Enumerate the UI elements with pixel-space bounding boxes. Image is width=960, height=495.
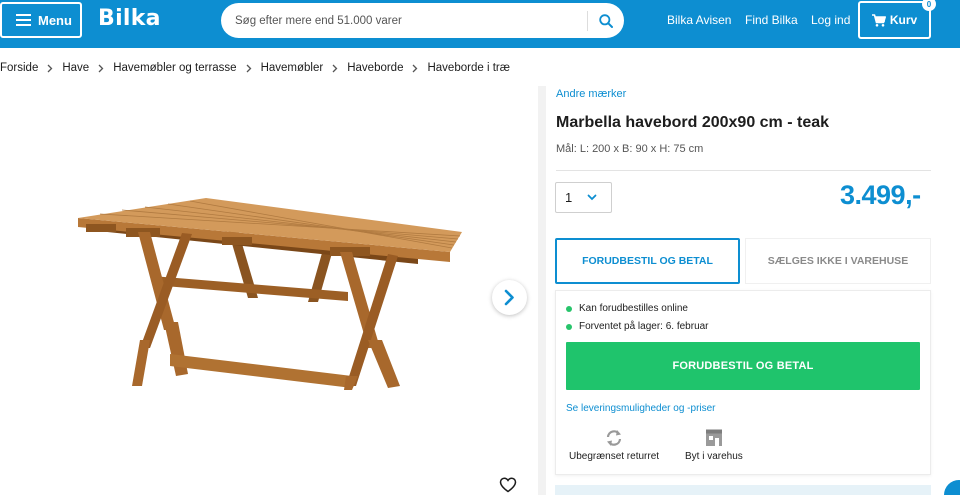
- breadcrumb: Forside Have Havemøbler og terrasse Have…: [0, 60, 510, 76]
- feature-return-label: Ubegrænset returret: [569, 451, 660, 462]
- search-button[interactable]: [588, 3, 624, 38]
- cart-button[interactable]: Kurv: [858, 1, 931, 39]
- breadcrumb-haveborde[interactable]: Haveborde: [347, 62, 403, 74]
- cart-count-badge: 0: [922, 0, 936, 11]
- store-icon: [703, 428, 725, 448]
- product-image-area: [0, 86, 538, 495]
- chevron-right-icon: [412, 64, 418, 73]
- next-section-edge: [555, 485, 931, 495]
- breadcrumb-havemobler[interactable]: Havemøbler: [261, 62, 324, 74]
- menu-label: Menu: [38, 12, 72, 28]
- nav-log-ind[interactable]: Log ind: [811, 13, 850, 27]
- menu-button[interactable]: Menu: [0, 2, 82, 38]
- return-arrows-icon: [603, 428, 625, 448]
- heart-icon[interactable]: [499, 476, 517, 494]
- status-stock: Forventet på lager: 6. februar: [566, 321, 709, 332]
- status-online-text: Kan forudbestilles online: [579, 303, 688, 314]
- tab-forudbestil[interactable]: FORUDBESTIL OG BETAL: [555, 238, 740, 284]
- breadcrumb-forside[interactable]: Forside: [0, 62, 38, 74]
- tab-saelges-ikke-i-varehuse[interactable]: SÆLGES IKKE I VAREHUSE: [745, 238, 931, 284]
- chevron-right-icon: [246, 64, 252, 73]
- feature-unlimited-return: Ubegrænset returret: [569, 428, 659, 462]
- feature-exchange-in-store: Byt i varehus: [685, 428, 743, 462]
- search-bar: [221, 3, 624, 38]
- search-input[interactable]: [221, 3, 587, 38]
- status-stock-text: Forventet på lager: 6. februar: [579, 321, 709, 332]
- feature-exchange-label: Byt i varehus: [685, 451, 743, 462]
- site-header: Menu Bilka Bilka Avisen Find Bilka Log i…: [0, 0, 960, 48]
- delivery-options-link[interactable]: Se leveringsmuligheder og -priser: [566, 403, 716, 414]
- chevron-down-icon: [587, 194, 597, 201]
- nav-find-bilka[interactable]: Find Bilka: [745, 13, 798, 27]
- divider: [556, 170, 931, 171]
- status-dot-icon: [566, 323, 572, 330]
- search-icon: [599, 13, 613, 28]
- breadcrumb-havemobler-terrasse[interactable]: Havemøbler og terrasse: [113, 62, 236, 74]
- breadcrumb-haveborde-i-trae[interactable]: Haveborde i træ: [427, 62, 509, 74]
- chat-button[interactable]: [944, 480, 960, 495]
- quantity-select[interactable]: 1: [555, 182, 612, 213]
- image-divider: [538, 86, 546, 495]
- cart-label: Kurv: [889, 13, 918, 27]
- brand-link[interactable]: Andre mærker: [556, 88, 626, 100]
- product-dimensions: Mål: L: 200 x B: 90 x H: 75 cm: [556, 143, 704, 155]
- chevron-right-icon: [47, 64, 53, 73]
- product-price: 3.499,-: [840, 180, 921, 210]
- cart-icon: [871, 13, 886, 27]
- product-title: Marbella havebord 200x90 cm - teak: [556, 114, 830, 131]
- preorder-pay-button[interactable]: FORUDBESTIL OG BETAL: [566, 342, 920, 390]
- next-image-button[interactable]: [492, 280, 527, 315]
- chevron-right-icon: [504, 289, 514, 306]
- chevron-right-icon: [98, 64, 104, 73]
- bilka-logo[interactable]: Bilka: [98, 6, 161, 31]
- status-online: Kan forudbestilles online: [566, 303, 688, 314]
- breadcrumb-have[interactable]: Have: [62, 62, 89, 74]
- nav-bilka-avisen[interactable]: Bilka Avisen: [667, 13, 731, 27]
- hamburger-icon: [16, 14, 31, 26]
- product-image[interactable]: [0, 86, 538, 495]
- quantity-value: 1: [565, 190, 573, 205]
- chevron-right-icon: [332, 64, 338, 73]
- status-dot-icon: [566, 305, 572, 312]
